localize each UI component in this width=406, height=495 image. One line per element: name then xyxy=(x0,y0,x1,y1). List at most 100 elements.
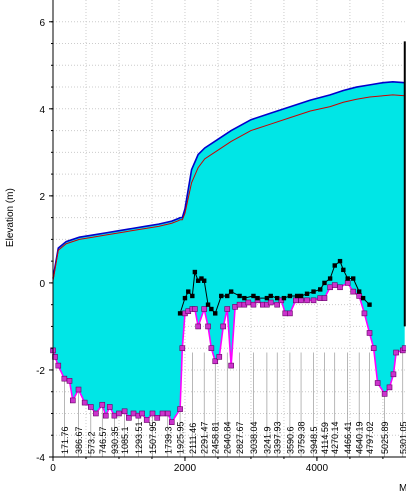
bed-point xyxy=(69,397,76,404)
station-label: 3038.04 xyxy=(249,421,259,454)
bed-point xyxy=(287,310,293,317)
bank-point xyxy=(341,267,346,273)
bed-point xyxy=(224,306,231,312)
bank-point xyxy=(182,295,188,301)
y-tick-label: 2 xyxy=(39,192,45,203)
station-label: 4114.59 xyxy=(320,422,330,454)
bank-point xyxy=(192,269,198,275)
station-label: 573.2 xyxy=(86,431,96,454)
bed-point xyxy=(106,404,113,410)
y-axis-label: Elevation (m) xyxy=(5,188,16,247)
y-tick-label: -2 xyxy=(36,366,45,377)
station-labels: 171.76 386.67 573.2 746.57 930.35 1085.1 1293.… xyxy=(60,421,406,454)
bank-point xyxy=(213,311,218,316)
station-label: 2111.46 xyxy=(188,423,198,454)
bank-point xyxy=(332,263,337,268)
bed-point xyxy=(310,297,317,304)
station-label: 4270.14 xyxy=(330,421,340,454)
bank-point xyxy=(255,295,260,301)
bed-point xyxy=(116,410,122,417)
bed-point xyxy=(81,399,88,406)
station-label: 3590.6 xyxy=(285,426,295,454)
bed-point xyxy=(168,419,175,425)
bed-point xyxy=(139,410,145,417)
bank-point xyxy=(190,293,195,299)
bank-point xyxy=(186,289,191,294)
bank-point xyxy=(264,295,270,301)
station-label: 3241.9 xyxy=(262,426,272,454)
bed-point xyxy=(216,354,223,360)
bed-point xyxy=(93,410,99,417)
x-tick-label: 0 xyxy=(50,463,56,474)
station-label: 5025.89 xyxy=(380,421,390,454)
bank-point xyxy=(304,291,310,296)
bank-point xyxy=(298,293,304,299)
station-label: 2640.84 xyxy=(223,421,233,454)
bed-point xyxy=(331,282,338,288)
y-tick-label: -4 xyxy=(36,453,45,464)
bank-point xyxy=(351,276,356,281)
bank-point xyxy=(242,295,247,301)
bank-point xyxy=(209,306,214,312)
bed-point xyxy=(350,288,357,295)
bed-point xyxy=(126,415,132,421)
bed-point xyxy=(55,362,62,369)
bed-point xyxy=(111,412,118,419)
station-label: 4640.19 xyxy=(355,421,365,454)
bed-point xyxy=(177,406,183,412)
bed-point xyxy=(327,284,333,291)
bank-point xyxy=(318,287,323,292)
bank-point xyxy=(225,293,230,299)
bank-point xyxy=(219,293,224,299)
station-label: 3948.5 xyxy=(309,426,319,454)
bank-point xyxy=(177,311,183,316)
bank-point xyxy=(345,276,350,281)
y-tick-label: 0 xyxy=(39,279,45,290)
bed-point xyxy=(293,297,299,304)
bed-point xyxy=(130,410,137,417)
bed-point xyxy=(390,371,397,378)
bed-point xyxy=(201,306,207,312)
bed-point xyxy=(304,297,310,304)
bed-point xyxy=(337,284,343,291)
bed-point xyxy=(61,375,68,382)
bed-point xyxy=(179,345,186,351)
bank-point xyxy=(251,293,256,299)
bank-point xyxy=(287,293,293,299)
bed-point xyxy=(192,306,198,312)
bed-point xyxy=(149,410,156,417)
bed-point xyxy=(386,384,393,391)
bed-point xyxy=(366,330,373,336)
bed-point xyxy=(88,404,94,410)
bed-point xyxy=(321,295,328,301)
station-label: 1925.95 xyxy=(176,421,186,454)
station-label: 746.57 xyxy=(98,426,108,454)
station-label: 171.76 xyxy=(60,426,70,454)
bank-point xyxy=(337,258,343,264)
bed-point xyxy=(267,299,274,306)
elevation-profile-chart: 171.76 386.67 573.2 746.57 930.35 1085.1 1293.… xyxy=(5,0,406,494)
station-label: 1293.51 xyxy=(134,421,144,454)
bank-point xyxy=(356,289,362,294)
bed-point xyxy=(205,323,211,330)
bank-point xyxy=(228,289,234,294)
station-label: 5301.05 xyxy=(398,421,406,454)
station-label: 930.35 xyxy=(110,426,120,454)
bed-point xyxy=(75,386,82,393)
bed-point xyxy=(102,412,109,419)
bed-point xyxy=(381,391,388,397)
bank-point xyxy=(205,302,211,307)
bank-point xyxy=(201,278,207,283)
bank-point xyxy=(360,295,366,301)
station-label: 4797.02 xyxy=(365,421,375,454)
bank-point xyxy=(367,302,372,307)
bed-point xyxy=(361,310,368,317)
bed-point xyxy=(208,345,215,351)
bed-point xyxy=(344,280,351,286)
x-axis-label: M xyxy=(399,483,406,494)
bed-point xyxy=(164,410,171,417)
bed-point xyxy=(220,323,227,330)
x-tick-label: 2000 xyxy=(174,463,197,474)
bed-point xyxy=(195,323,201,330)
y-tick-label: 4 xyxy=(39,105,45,116)
